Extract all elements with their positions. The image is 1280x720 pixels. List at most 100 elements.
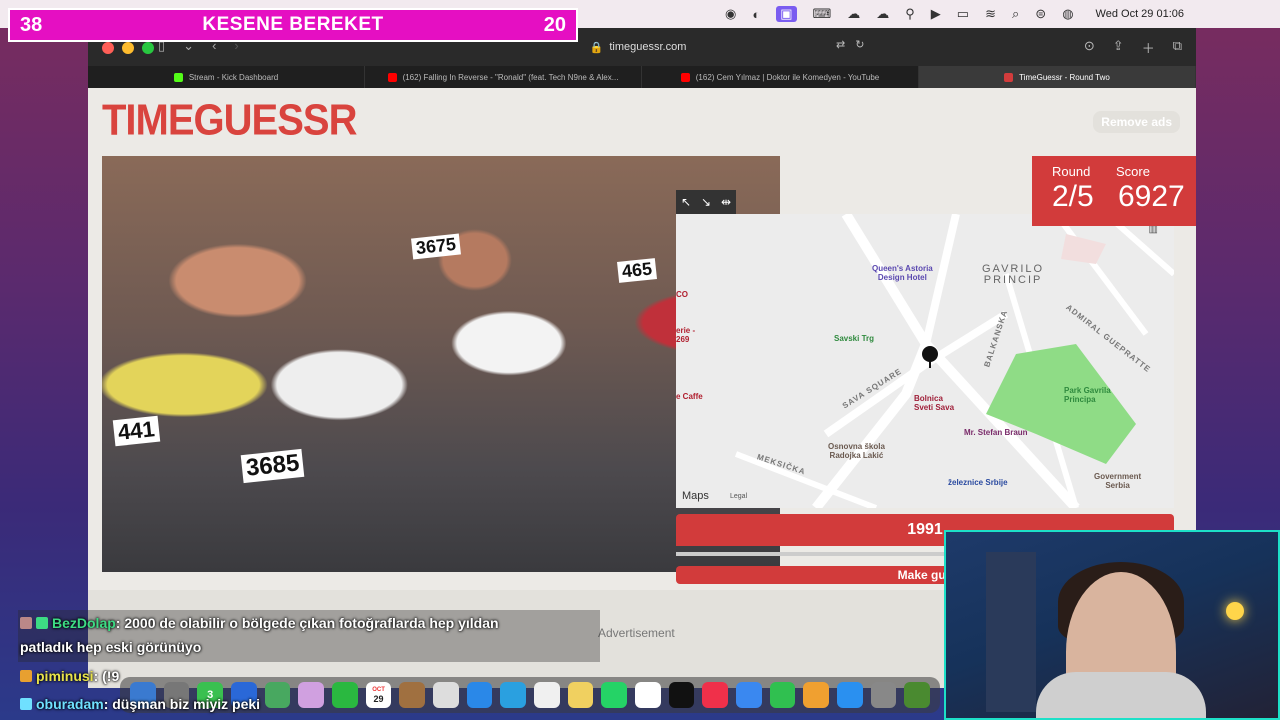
grammarly-icon[interactable]: ◐ [752, 7, 760, 22]
map-edge-label: erie - 269 [676, 326, 696, 344]
webcam-feed [944, 530, 1280, 720]
race-bib: 441 [112, 415, 160, 447]
map-resize-controls[interactable]: ↖ ↘ ⇹ [676, 190, 736, 214]
chat-message: piminusi: (!9 [20, 668, 119, 684]
map-edge-label: e Caffe [676, 392, 703, 401]
map-poi-savski-trg[interactable]: Savski Trg [834, 334, 874, 343]
round-label: Round [1052, 164, 1091, 179]
keynote-icon[interactable] [736, 682, 762, 708]
reminders-icon[interactable] [433, 682, 459, 708]
keyboard-icon[interactable]: ⌨ [813, 6, 832, 22]
timeguessr-logo[interactable]: TIMEGUESSR [102, 96, 357, 146]
battery-icon[interactable]: ▭ [957, 6, 969, 22]
map-poi-osnovna-skola[interactable]: Osnovna škola Radojka Lakić [828, 442, 885, 460]
facetime-icon[interactable] [332, 682, 358, 708]
notes-icon[interactable] [567, 682, 594, 708]
stream-counter-overlay: 38 KESENE BEREKET 20 [8, 8, 578, 42]
calendar-icon[interactable]: OCT 29 [365, 682, 392, 708]
tab-youtube-cem[interactable]: (162) Cem Yılmaz | Doktor ile Komedyen -… [642, 66, 919, 88]
vpn-icon[interactable]: ⚲ [905, 6, 915, 22]
app-icon[interactable] [904, 682, 931, 708]
map-poi-queens-astoria[interactable]: Queen's Astoria Design Hotel [872, 264, 933, 282]
downloads-icon[interactable]: ⊙ [1084, 38, 1095, 57]
tab-bar: Stream - Kick Dashboard (162) Falling In… [88, 66, 1196, 88]
close-window-button[interactable] [102, 42, 114, 54]
chrome-icon[interactable] [534, 682, 560, 708]
system-settings-icon[interactable] [870, 682, 897, 708]
wifi-icon[interactable]: ≋ [985, 6, 996, 22]
calendar-day: 29 [373, 694, 384, 704]
chat-username[interactable]: piminusi [36, 668, 94, 684]
maps-legal-link[interactable]: Legal [730, 493, 747, 500]
race-bib: 3675 [411, 233, 462, 260]
play-icon[interactable]: ▶ [931, 6, 941, 22]
guess-pin-icon[interactable] [922, 346, 938, 368]
race-bib: 3685 [240, 448, 305, 484]
safari-icon[interactable] [466, 682, 493, 708]
pages-icon[interactable] [803, 682, 830, 708]
numbers-icon[interactable] [769, 682, 796, 708]
music-icon[interactable] [702, 682, 729, 708]
reload-icon[interactable]: ↻ [855, 38, 864, 51]
map-edge-label: CO [676, 290, 688, 299]
share-icon[interactable]: ⇪ [1113, 38, 1124, 57]
shrink-icon[interactable]: ↘ [701, 195, 711, 209]
telegram-icon[interactable] [500, 682, 527, 708]
new-tab-icon[interactable]: ＋ [1142, 38, 1155, 57]
map-district-label: GAVRILO PRINCIP [982, 263, 1045, 286]
siri-icon[interactable]: ◍ [1062, 6, 1073, 22]
youtube-icon [680, 72, 690, 82]
tab-label: Stream - Kick Dashboard [188, 72, 279, 82]
creative-cloud-icon[interactable]: ☁ [847, 6, 860, 22]
minimize-window-button[interactable] [122, 42, 134, 54]
menubar-clock[interactable]: Wed Oct 29 01:06 [1096, 8, 1184, 20]
url-text: timeguessr.com [609, 41, 687, 53]
map-poi-park-gavrila-principa[interactable]: Park Gavrila Principa [1064, 386, 1111, 404]
window-controls [102, 42, 154, 54]
cloud-icon[interactable]: ☁ [876, 6, 889, 22]
zoom-window-button[interactable] [142, 42, 154, 54]
tab-label: TimeGuessr - Round Two [1019, 72, 1110, 82]
overlay-left-count: 38 [20, 13, 43, 36]
mic-icon[interactable]: ◉ [725, 6, 736, 22]
control-center-icon[interactable]: ⊜ [1035, 6, 1046, 22]
subscriber-badge-icon [36, 617, 48, 629]
pin-toggle-icon[interactable]: ⇹ [721, 195, 731, 209]
webcam-lamp [1226, 602, 1244, 620]
expand-icon[interactable]: ↖ [681, 195, 691, 209]
tab-overview-icon[interactable]: ⧉ [1173, 38, 1182, 57]
apple-tv-icon[interactable] [668, 682, 695, 708]
youtube-icon [387, 72, 397, 82]
map-poi-zeleznice[interactable]: železnice Srbije [948, 478, 1008, 487]
score-label: Score [1116, 164, 1150, 179]
chat-username[interactable]: oburadam [36, 696, 104, 712]
tab-timeguessr[interactable]: TimeGuessr - Round Two [919, 66, 1196, 88]
webcam-shelf [986, 552, 1036, 712]
contacts-icon[interactable] [399, 682, 426, 708]
photos-icon[interactable] [298, 682, 325, 708]
tab-label: (162) Falling In Reverse - "Ronald" (fea… [402, 72, 619, 82]
app-store-icon[interactable] [837, 682, 863, 708]
translate-icon[interactable]: ⇄ [836, 38, 845, 51]
user-badge-icon [20, 617, 32, 629]
freeform-icon[interactable] [635, 682, 661, 708]
map-poi-bolnica[interactable]: Bolnica Sveti Sava [914, 394, 954, 412]
advertisement-label: Advertisement [598, 626, 675, 640]
kick-icon [173, 72, 183, 82]
screen-share-icon[interactable]: ▣ [776, 6, 797, 22]
map-poi-government[interactable]: Government Serbia [1094, 472, 1141, 490]
chat-message: BezDolap: 2000 de olabilir o bölgede çık… [20, 615, 499, 631]
map-poi-stefan-braun[interactable]: Mr. Stefan Braun [964, 428, 1028, 437]
chat-username[interactable]: BezDolap [52, 615, 116, 631]
maps-icon[interactable] [264, 682, 291, 708]
tab-kick-dashboard[interactable]: Stream - Kick Dashboard [88, 66, 365, 88]
tab-youtube-ronald[interactable]: (162) Falling In Reverse - "Ronald" (fea… [365, 66, 642, 88]
subscriber-badge-icon [20, 670, 32, 682]
tab-label: (162) Cem Yılmaz | Doktor ile Komedyen -… [695, 72, 880, 82]
guess-map[interactable]: Queen's Astoria Design Hotel GAVRILO PRI… [676, 214, 1174, 508]
maps-logo-text: Maps [682, 490, 709, 502]
spotlight-search-icon[interactable]: ⌕ [1012, 6, 1019, 22]
whatsapp-icon[interactable] [601, 682, 628, 708]
remove-ads-button[interactable]: Remove ads [1093, 111, 1180, 133]
lock-icon: 🔒 [589, 41, 604, 54]
